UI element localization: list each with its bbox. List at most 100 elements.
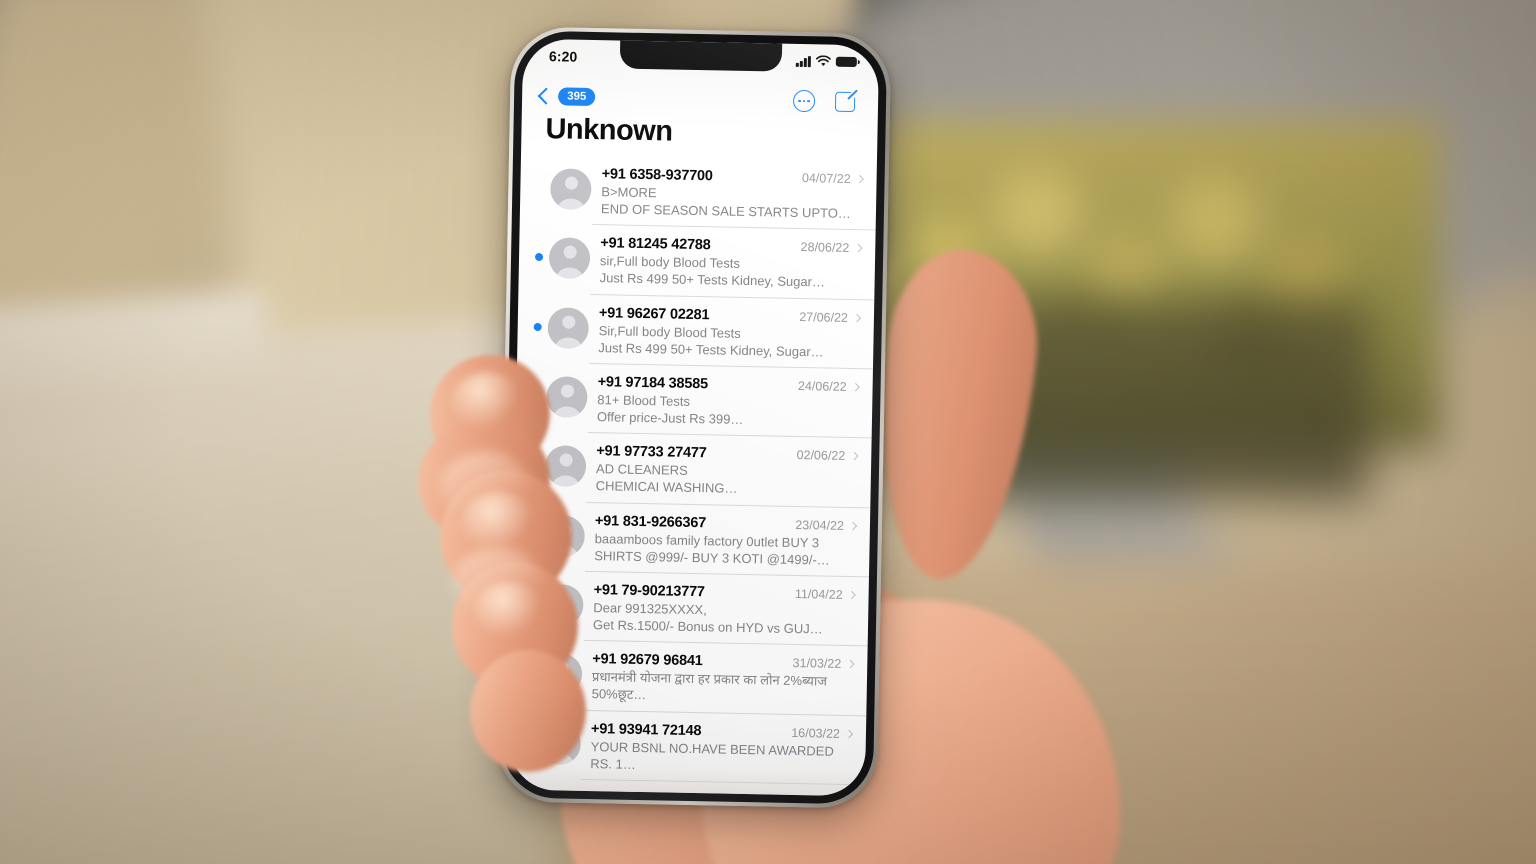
unread-dot xyxy=(534,253,544,262)
message-content: +91 81245 42788 28/06/22 sir,Full body Blo… xyxy=(589,233,863,292)
page-title: Unknown xyxy=(545,113,673,148)
back-button[interactable]: 395 xyxy=(537,87,596,107)
cellular-signal-icon xyxy=(795,55,811,67)
preview-line-2: CHEMICAI WASHING… xyxy=(595,478,738,497)
sender-number: +91 97733 27477 xyxy=(596,443,707,462)
message-preview: Sir,Full body Blood Tests Just Rs 499 50+… xyxy=(598,322,860,361)
unread-dot xyxy=(533,322,542,331)
avatar-shoulders xyxy=(555,267,583,280)
message-content: +91 93941 72148 16/03/22 YOUR BSNL NO.HAVE… xyxy=(580,718,854,777)
message-preview: Dear 991325XXXX, Get Rs.1500/- Bonus on H… xyxy=(593,599,855,638)
battery-icon xyxy=(835,56,857,68)
message-date: 27/06/22 xyxy=(799,309,849,325)
chevron-right-icon xyxy=(847,590,856,600)
message-date: 11/04/22 xyxy=(794,586,843,602)
finger-highlight-1 xyxy=(452,372,522,432)
message-preview: 81+ Blood Tests Offer price-Just Rs 399… xyxy=(597,391,859,430)
navigation-bar: 395 xyxy=(522,79,879,120)
chevron-right-icon xyxy=(854,244,863,253)
unread-indicator-slot xyxy=(528,301,549,331)
avatar xyxy=(549,168,592,210)
message-meta: 27/06/22 xyxy=(791,309,862,325)
message-preview: प्रधानमंत्री योजना द्वारा हर प्रकार का ल… xyxy=(592,668,854,707)
sender-number: +91 81245 42788 xyxy=(600,235,711,254)
unread-count-badge: 395 xyxy=(557,87,596,107)
nav-actions xyxy=(792,87,864,113)
message-row[interactable]: +91 6358-937700 04/07/22 B>MORE END OF SEAS… xyxy=(520,155,877,231)
more-circle-icon[interactable] xyxy=(792,89,816,113)
avatar-head xyxy=(564,176,578,190)
message-row[interactable]: +91 96267 02281 27/06/22 Sir,Full body Blo… xyxy=(517,293,874,369)
preview-line-2: END OF SEASON SALE STARTS UPTO… xyxy=(600,201,852,222)
message-row[interactable]: +91 97733 27477 02/06/22 AD CLEANERS CHEMIC… xyxy=(514,432,871,508)
message-meta: 28/06/22 xyxy=(792,240,863,256)
knuckle-shade-2 xyxy=(452,548,542,618)
sender-number: +91 92679 96841 xyxy=(592,651,703,670)
sender-number: +91 97184 38585 xyxy=(597,374,709,393)
chevron-right-icon xyxy=(848,521,858,530)
avatar-shoulders xyxy=(557,198,584,210)
preview-line-1: YOUR BSNL NO.HAVE BEEN AWARDED RS. 1 xyxy=(590,738,834,772)
message-row[interactable]: +91 97184 38585 24/06/22 81+ Blood Tests Of… xyxy=(516,363,873,439)
message-content: +91 6358-937700 04/07/22 B>MORE END OF SEAS… xyxy=(591,164,864,223)
message-preview: baaamboos family factory 0utlet BUY 3 SHI… xyxy=(594,530,856,569)
message-date: 23/04/22 xyxy=(795,517,845,533)
unread-indicator-slot xyxy=(530,163,550,184)
message-content: +91 831-9266367 23/04/22 baaamboos family … xyxy=(584,510,858,569)
message-meta: 11/04/22 xyxy=(787,586,856,602)
message-preview: AD CLEANERS CHEMICAI WASHING… xyxy=(596,460,858,499)
message-date: 16/03/22 xyxy=(791,725,841,741)
message-date: 24/06/22 xyxy=(797,378,847,394)
chevron-right-icon xyxy=(844,729,854,738)
sender-number: +91 831-9266367 xyxy=(594,512,707,531)
avatar-head xyxy=(559,453,573,467)
message-meta: 24/06/22 xyxy=(790,378,860,394)
message-meta: 02/06/22 xyxy=(788,448,859,464)
preview-line-2: Get Rs.1500/- Bonus on HYD vs GUJ #T20… xyxy=(592,617,810,638)
message-date: 28/06/22 xyxy=(800,240,850,256)
avatar-head xyxy=(563,245,577,260)
chevron-right-icon xyxy=(852,313,862,322)
preview-line-2: Offer price-Just Rs 399… xyxy=(596,409,744,428)
avatar-shoulders xyxy=(553,406,580,418)
message-date: 02/06/22 xyxy=(796,448,846,464)
message-content: +91 79-90213777 11/04/22 Dear 991325XXXX, G… xyxy=(583,580,856,638)
compose-icon[interactable] xyxy=(834,87,864,113)
notch xyxy=(619,40,783,72)
sender-number: +91 6358-937700 xyxy=(601,166,713,185)
message-row[interactable]: +91 81245 42788 28/06/22 sir,Full body Blo… xyxy=(518,224,875,300)
message-content: +91 97184 38585 24/06/22 81+ Blood Tests Of… xyxy=(587,372,860,431)
avatar xyxy=(545,376,588,418)
sender-number: +91 96267 02281 xyxy=(598,304,710,323)
sender-number: +91 93941 72148 xyxy=(590,720,702,739)
avatar-shoulders xyxy=(554,336,582,349)
message-preview: sir,Full body Blood Tests Just Rs 499 50+… xyxy=(599,252,861,291)
chevron-right-icon xyxy=(855,174,864,184)
avatar-shoulders xyxy=(551,475,579,488)
message-content: +91 96267 02281 27/06/22 Sir,Full body Blo… xyxy=(588,303,862,361)
message-meta: 23/04/22 xyxy=(787,517,858,533)
status-bar-indicators xyxy=(795,55,857,68)
sender-number: +91 79-90213777 xyxy=(593,581,705,601)
knuckle-shade-1 xyxy=(440,452,530,522)
wifi-icon xyxy=(815,55,831,67)
thumb xyxy=(863,243,1047,587)
avatar xyxy=(547,306,590,349)
message-preview: B>MORE END OF SEASON SALE STARTS UPTO… xyxy=(601,183,863,222)
preview-line-2: Just Rs 499 50+ Tests Kidney, Sugar Urin… xyxy=(598,339,811,361)
status-bar-time: 6:20 xyxy=(548,48,578,65)
unread-indicator-slot xyxy=(529,232,550,262)
message-meta: 16/03/22 xyxy=(783,725,854,741)
message-content: +91 92679 96841 31/03/22 प्रधानमंत्री योजन… xyxy=(582,649,855,708)
avatar-head xyxy=(560,384,574,398)
chevron-right-icon xyxy=(846,659,855,669)
message-meta: 31/03/22 xyxy=(784,656,855,672)
message-preview: YOUR BSNL NO.HAVE BEEN AWARDED RS. 1CROR… xyxy=(590,738,852,777)
chevron-right-icon xyxy=(850,452,859,461)
message-date: 04/07/22 xyxy=(801,171,851,186)
avatar-head xyxy=(561,315,575,329)
message-meta: 04/07/22 xyxy=(794,171,864,186)
avatar xyxy=(548,237,591,280)
message-date: 31/03/22 xyxy=(792,656,842,672)
